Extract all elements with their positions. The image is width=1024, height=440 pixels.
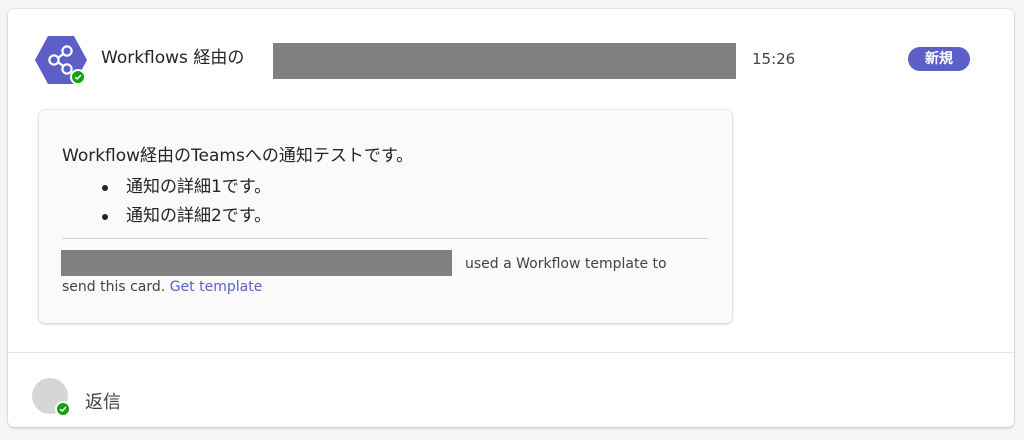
card-bullet-list: 通知の詳細1です。 通知の詳細2です。 [99,173,271,231]
card-footer-text: used a Workflow template to [465,256,667,272]
presence-available-icon [70,69,86,85]
list-item: 通知の詳細1です。 [99,173,271,202]
message-timestamp: 15:26 [752,50,796,68]
card-footer-text-continued: send this card. Get template [62,277,262,297]
workflows-avatar[interactable] [35,34,87,86]
reply-button[interactable]: 返信 [8,353,1014,427]
redacted-sender [273,43,736,79]
card-footer-line2: send this card. [62,279,166,295]
card-intro-text: Workflow経由のTeamsへの通知テストです。 [62,146,414,166]
adaptive-card: Workflow経由のTeamsへの通知テストです。 通知の詳細1です。 通知の… [39,110,732,323]
list-item: 通知の詳細2です。 [99,202,271,231]
sender-name[interactable]: Workflows 経由の [101,46,244,70]
list-item-text: 通知の詳細1です。 [126,177,272,197]
get-template-link[interactable]: Get template [170,279,263,295]
bullet-icon [102,185,108,191]
presence-available-icon [55,401,71,417]
reply-label: 返信 [85,392,121,413]
message-post: Workflows 経由の 15:26 新規 Workflow経由のTeamsへ… [8,9,1014,427]
new-badge: 新規 [908,47,970,71]
redacted-user [61,250,452,276]
user-avatar [32,378,71,417]
card-divider [62,238,708,239]
bullet-icon [102,214,108,220]
list-item-text: 通知の詳細2です。 [126,206,272,226]
